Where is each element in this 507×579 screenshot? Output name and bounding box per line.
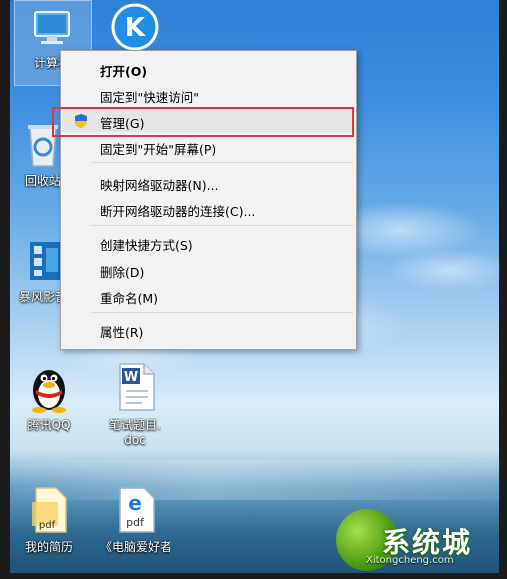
menu-item-label: 固定到"快速访问" xyxy=(100,90,199,105)
desktop-icon-pdf-resume[interactable]: pdf 我的简历 xyxy=(14,484,84,555)
kugou-icon: K xyxy=(111,3,159,51)
svg-text:pdf: pdf xyxy=(126,516,145,529)
watermark-logo: 系统城 Xitongcheng.com xyxy=(336,509,501,571)
desktop-icon-label-line2: doc xyxy=(124,433,146,447)
menu-item-create-shortcut[interactable]: 创建快捷方式(S) xyxy=(61,232,356,254)
desktop-icon-word-doc[interactable]: W 笔试题目. doc xyxy=(100,360,170,448)
pdf-file-icon: pdf xyxy=(32,487,67,533)
svg-text:e: e xyxy=(128,491,142,515)
menu-separator xyxy=(91,312,353,313)
desktop-icon-kugou[interactable]: K xyxy=(100,2,170,56)
computer-icon xyxy=(34,11,70,44)
svg-text:W: W xyxy=(124,370,138,385)
desktop-icon-label-line1: 笔试题目. xyxy=(109,418,161,432)
menu-separator xyxy=(91,162,353,163)
desktop-icon-label: 腾讯QQ xyxy=(27,418,71,432)
menu-item-disconnect-network-drive[interactable]: 断开网络驱动器的连接(C)... xyxy=(61,198,356,220)
edge-pdf-icon: e pdf xyxy=(119,487,155,533)
screen-frame-bottom xyxy=(0,573,507,579)
menu-item-label: 断开网络驱动器的连接(C)... xyxy=(100,204,256,219)
menu-item-open[interactable]: 打开(O) xyxy=(61,58,356,80)
menu-item-label: 属性(R) xyxy=(100,325,144,340)
menu-item-label: 创建快捷方式(S) xyxy=(100,238,193,253)
desktop-icon-label: 我的简历 xyxy=(24,540,73,554)
menu-item-properties[interactable]: 属性(R) xyxy=(61,319,356,341)
menu-item-rename[interactable]: 重命名(M) xyxy=(61,285,356,307)
screen-frame-right xyxy=(499,0,507,579)
menu-item-label: 重命名(M) xyxy=(100,291,159,306)
svg-text:K: K xyxy=(125,13,146,43)
annotation-highlight-box xyxy=(52,107,354,137)
menu-separator xyxy=(91,225,353,226)
svg-text:pdf: pdf xyxy=(39,520,56,531)
menu-item-delete[interactable]: 删除(D) xyxy=(61,259,356,281)
menu-item-map-network-drive[interactable]: 映射网络驱动器(N)... xyxy=(61,172,356,194)
menu-item-pin-quick-access[interactable]: 固定到"快速访问" xyxy=(61,84,356,106)
context-menu: 打开(O) 固定到"快速访问" 管理(G) 固定到"开始"屏幕(P) 映射网络驱… xyxy=(60,50,357,350)
desktop-icon-label: 《电脑爱好者》2015 xyxy=(100,540,170,554)
menu-item-label: 固定到"开始"屏幕(P) xyxy=(100,142,217,157)
menu-item-label: 映射网络驱动器(N)... xyxy=(100,178,219,193)
menu-item-label: 删除(D) xyxy=(100,265,145,280)
watermark-url: Xitongcheng.com xyxy=(366,555,454,566)
desktop-icon-pdf-magazine[interactable]: e pdf 《电脑爱好者》2015 xyxy=(100,484,170,555)
menu-item-pin-start[interactable]: 固定到"开始"屏幕(P) xyxy=(61,136,356,158)
desktop-icon-qq[interactable]: 腾讯QQ xyxy=(14,360,84,433)
menu-item-label: 打开(O) xyxy=(100,64,148,79)
word-doc-icon: W xyxy=(119,363,155,411)
qq-penguin-icon xyxy=(32,370,66,413)
